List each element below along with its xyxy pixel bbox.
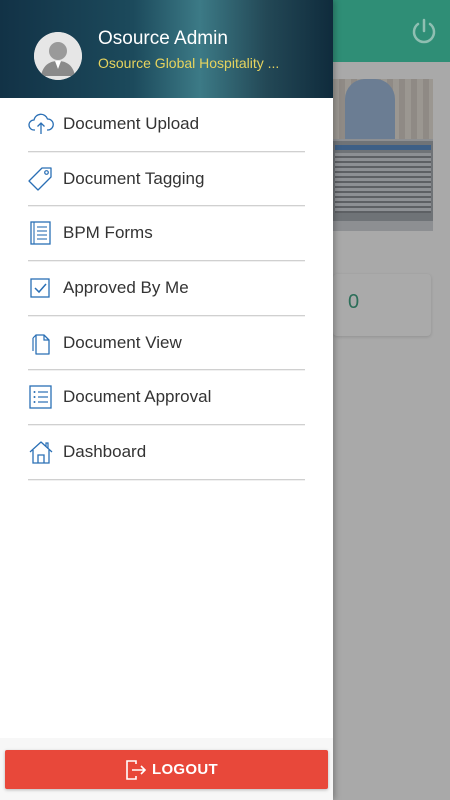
form-icon [28, 220, 52, 246]
logout-button[interactable]: LOGOUT [5, 750, 328, 789]
menu-item-label: Document Tagging [63, 168, 205, 188]
menu-item-document-tagging[interactable]: Document Tagging [0, 152, 333, 207]
menu-item-bpm-forms[interactable]: BPM Forms [0, 206, 333, 262]
menu-item-label: Document Approval [63, 387, 212, 407]
list-icon [28, 384, 52, 410]
count-value: 0 [348, 291, 360, 313]
navigation-drawer: Osource Admin Osource Global Hospitality… [0, 0, 333, 800]
banner-image [333, 79, 433, 231]
tag-icon [28, 166, 52, 192]
logout-label: LOGOUT [152, 761, 218, 778]
user-organization: Osource Global Hospitality ... [98, 55, 280, 71]
checkbox-icon [28, 275, 52, 301]
document-icon [28, 330, 52, 356]
count-card[interactable]: 0 [333, 274, 431, 336]
cloud-upload-icon [28, 111, 54, 137]
menu-item-document-approval[interactable]: Document Approval [0, 370, 333, 426]
drawer-header: Osource Admin Osource Global Hospitality… [0, 0, 333, 98]
logout-area: LOGOUT [0, 738, 333, 800]
divider [28, 478, 305, 480]
menu-item-label: BPM Forms [63, 223, 153, 243]
home-icon [28, 439, 53, 465]
drawer-menu: Document Upload Document Tagging BPM For… [0, 97, 333, 480]
menu-item-approved-by-me[interactable]: Approved By Me [0, 261, 333, 316]
user-name: Osource Admin [98, 28, 228, 49]
avatar [34, 32, 82, 80]
power-icon[interactable] [408, 15, 440, 47]
menu-item-label: Document View [63, 332, 182, 352]
logout-icon [125, 760, 147, 780]
menu-item-document-upload[interactable]: Document Upload [0, 97, 333, 152]
menu-item-label: Document Upload [63, 114, 200, 133]
menu-item-label: Dashboard [63, 442, 147, 462]
menu-item-document-view[interactable]: Document View [0, 316, 333, 371]
menu-item-label: Approved By Me [63, 278, 189, 298]
menu-item-dashboard[interactable]: Dashboard [0, 425, 333, 480]
